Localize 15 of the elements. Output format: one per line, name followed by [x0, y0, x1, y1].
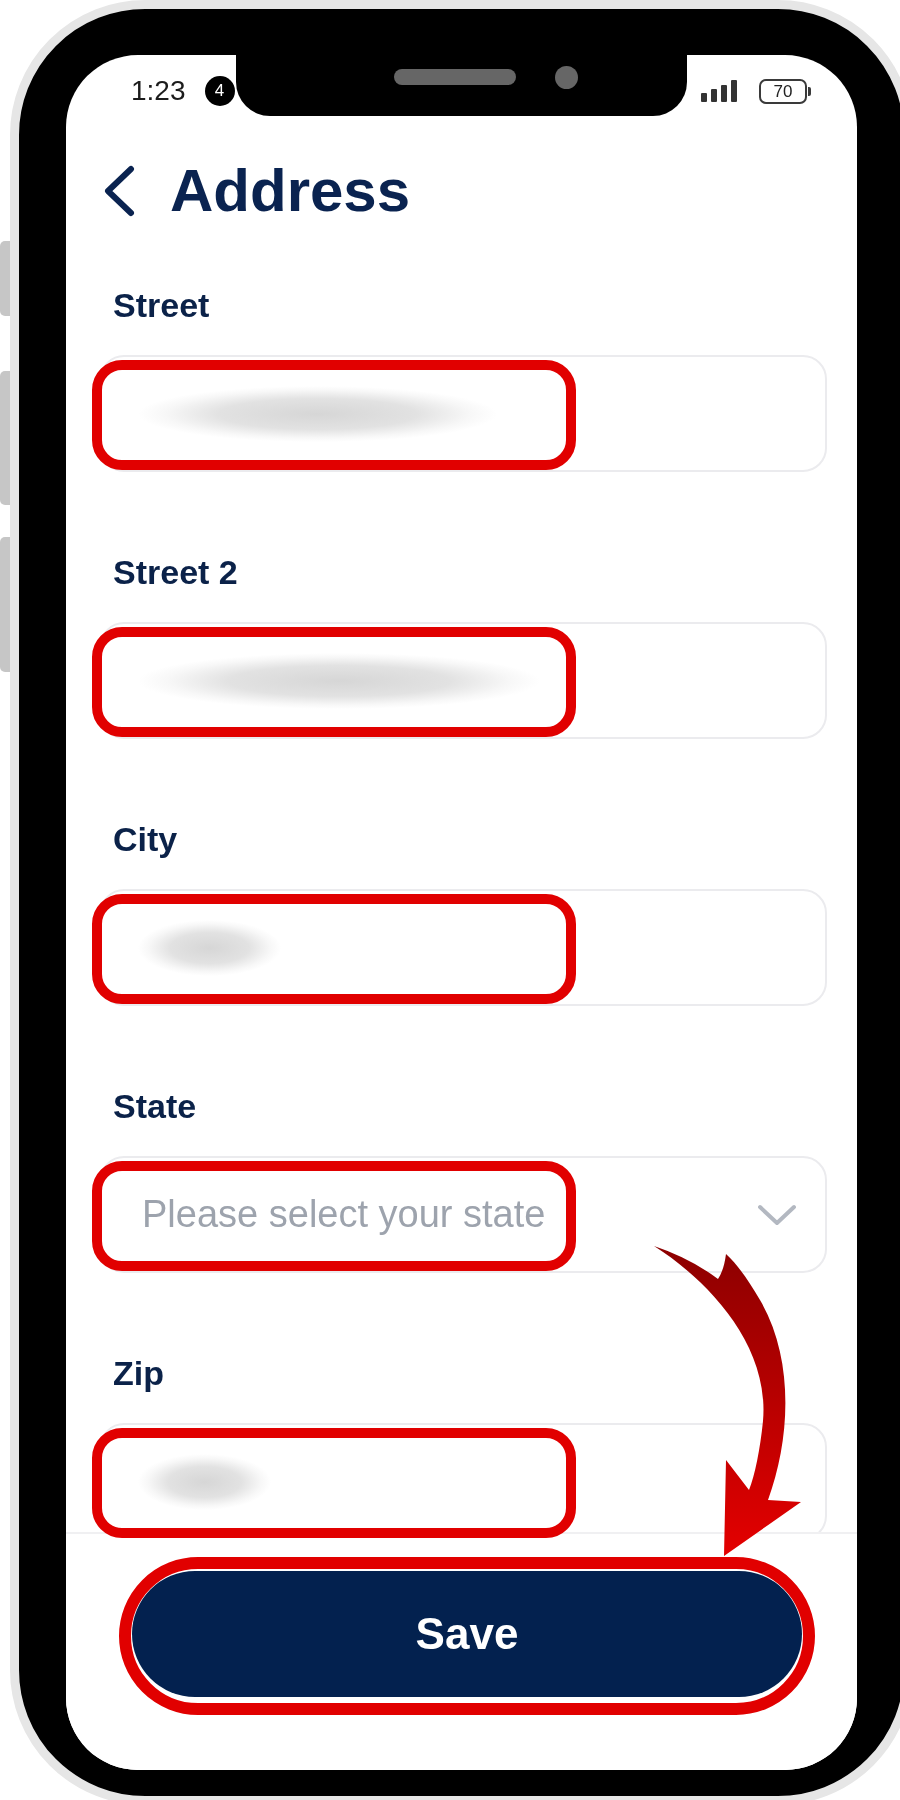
battery-percent: 70 [773, 82, 793, 100]
save-button[interactable]: Save [132, 1571, 802, 1697]
field-label: Street [113, 285, 210, 325]
notification-badge: 4 [204, 76, 235, 106]
field-label: Street 2 [113, 552, 238, 592]
field-label: City [113, 819, 178, 859]
chevron-down-icon [757, 1203, 797, 1226]
camera-dot-icon [555, 66, 578, 89]
back-icon[interactable] [103, 165, 135, 217]
speaker-slot-icon [394, 69, 516, 85]
field-label: Zip [113, 1353, 164, 1393]
signal-icon [701, 80, 737, 102]
status-time: 1:23 [131, 77, 186, 105]
page-title: Address [170, 161, 411, 221]
field-label: State [113, 1086, 197, 1126]
